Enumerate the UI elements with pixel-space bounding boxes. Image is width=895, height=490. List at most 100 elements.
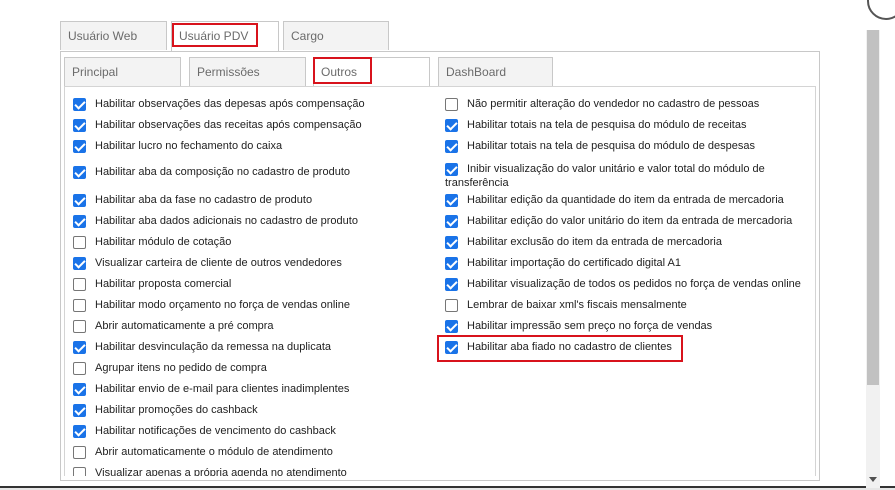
option-row[interactable]: Abrir automaticamente o módulo de atendi… [73,445,433,459]
option-row[interactable]: Habilitar aba da fase no cadastro de pro… [73,193,433,207]
close-icon[interactable] [867,0,895,20]
checkbox-checked[interactable] [445,140,458,153]
option-label: Habilitar totais na tela de pesquisa do … [467,140,756,152]
option-label: Habilitar modo orçamento no força de ven… [95,299,350,311]
checkbox-unchecked[interactable] [73,236,86,249]
option-row[interactable]: Habilitar visualização de todos os pedid… [445,277,815,291]
checkbox-checked[interactable] [73,166,86,179]
checkbox-checked[interactable] [445,215,458,228]
tab-usuario-web[interactable]: Usuário Web [60,21,167,50]
option-row[interactable]: Visualizar apenas a própria agenda no at… [73,466,433,476]
checkbox-checked[interactable] [73,140,86,153]
option-label: Habilitar observações das receitas após … [95,119,362,131]
checkbox-checked[interactable] [73,215,86,228]
option-row[interactable]: Habilitar lucro no fechamento do caixa [73,139,433,153]
checkbox-unchecked[interactable] [73,278,86,291]
option-label: Habilitar edição do valor unitário do it… [467,215,793,227]
checkbox-checked[interactable] [445,278,458,291]
option-label: Inibir visualização do valor unitário e … [445,163,765,189]
option-row[interactable]: Habilitar aba da composição no cadastro … [73,165,433,179]
checkbox-checked[interactable] [73,404,86,417]
option-label: Abrir automaticamente a pré compra [95,320,274,332]
option-row[interactable]: Visualizar carteira de cliente de outros… [73,256,433,270]
scroll-down-arrow-icon[interactable] [869,477,877,482]
settings-dialog: Usuário Web Usuário PDV Cargo Principal … [0,0,895,488]
option-row[interactable]: Lembrar de baixar xml's fiscais mensalme… [445,298,815,312]
checkbox-checked[interactable] [73,425,86,438]
option-row[interactable]: Habilitar aba fiado no cadastro de clien… [445,340,815,354]
tab-dashboard[interactable]: DashBoard [438,57,553,87]
vertical-scrollbar[interactable] [866,30,880,488]
option-row[interactable]: Agrupar itens no pedido de compra [73,361,433,375]
option-row[interactable]: Habilitar promoções do cashback [73,403,433,417]
option-label: Habilitar exclusão do item da entrada de… [467,236,722,248]
checkbox-checked[interactable] [445,236,458,249]
option-label: Habilitar aba da composição no cadastro … [95,166,350,178]
option-label: Habilitar envio de e-mail para clientes … [95,383,350,395]
checkbox-checked[interactable] [445,257,458,270]
checkbox-checked[interactable] [73,341,86,354]
option-label: Habilitar aba da fase no cadastro de pro… [95,194,313,206]
checkbox-unchecked[interactable] [73,299,86,312]
checkbox-checked[interactable] [73,98,86,111]
option-label: Habilitar notificações de vencimento do … [95,425,336,437]
checkbox-checked[interactable] [73,194,86,207]
option-row[interactable]: Habilitar notificações de vencimento do … [73,424,433,438]
checkbox-checked[interactable] [73,119,86,132]
option-row[interactable]: Habilitar observações das receitas após … [73,118,433,132]
scrollbar-thumb[interactable] [867,30,879,385]
tab-cargo[interactable]: Cargo [283,21,389,50]
option-label: Habilitar lucro no fechamento do caixa [95,140,283,152]
option-label: Habilitar promoções do cashback [95,404,258,416]
option-label: Não permitir alteração do vendedor no ca… [467,98,760,110]
checkbox-checked[interactable] [73,383,86,396]
checkbox-checked[interactable] [445,119,458,132]
option-label: Abrir automaticamente o módulo de atendi… [95,446,333,458]
option-label: Visualizar apenas a própria agenda no at… [95,467,347,476]
option-row[interactable]: Habilitar modo orçamento no força de ven… [73,298,433,312]
option-label: Habilitar edição da quantidade do item d… [467,194,784,206]
checkbox-checked[interactable] [445,163,458,176]
option-row[interactable]: Habilitar edição da quantidade do item d… [445,193,815,207]
option-label: Habilitar observações das depesas após c… [95,98,365,110]
tab-outros[interactable]: Outros [313,57,430,87]
option-row[interactable]: Não permitir alteração do vendedor no ca… [445,97,815,111]
option-row[interactable]: Habilitar totais na tela de pesquisa do … [445,118,815,132]
option-label: Habilitar aba fiado no cadastro de clien… [467,341,672,353]
option-label: Habilitar desvinculação da remessa na du… [95,341,332,353]
tab-permissoes[interactable]: Permissões [189,57,306,87]
option-row[interactable]: Habilitar módulo de cotação [73,235,433,249]
option-row[interactable]: Habilitar proposta comercial [73,277,433,291]
checkbox-checked[interactable] [445,341,458,354]
option-row[interactable]: Habilitar importação do certificado digi… [445,256,815,270]
outros-panel: Habilitar observações das depesas após c… [64,86,816,476]
option-label: Habilitar módulo de cotação [95,236,232,248]
checkbox-checked[interactable] [445,320,458,333]
checkbox-unchecked[interactable] [73,446,86,459]
option-label: Visualizar carteira de cliente de outros… [95,257,342,269]
option-row[interactable]: Habilitar aba dados adicionais no cadast… [73,214,433,228]
option-label: Habilitar aba dados adicionais no cadast… [95,215,358,227]
option-label: Habilitar visualização de todos os pedid… [467,278,801,290]
tab-principal[interactable]: Principal [64,57,181,87]
checkbox-unchecked[interactable] [445,98,458,111]
option-row[interactable]: Habilitar edição do valor unitário do it… [445,214,815,228]
checkbox-unchecked[interactable] [445,299,458,312]
checkbox-unchecked[interactable] [73,320,86,333]
checkbox-unchecked[interactable] [73,362,86,375]
checkbox-checked[interactable] [73,257,86,270]
option-row[interactable]: Habilitar observações das depesas após c… [73,97,433,111]
checkbox-checked[interactable] [445,194,458,207]
tab-usuario-pdv[interactable]: Usuário PDV [171,21,279,52]
option-row[interactable]: Habilitar envio de e-mail para clientes … [73,382,433,396]
option-label: Habilitar importação do certificado digi… [467,257,682,269]
option-row[interactable]: Habilitar exclusão do item da entrada de… [445,235,815,249]
checkbox-unchecked[interactable] [73,467,86,476]
option-row[interactable]: Abrir automaticamente a pré compra [73,319,433,333]
option-label: Habilitar proposta comercial [95,278,232,290]
option-row[interactable]: Inibir visualização do valor unitário e … [445,162,815,190]
option-row[interactable]: Habilitar totais na tela de pesquisa do … [445,139,815,153]
option-row[interactable]: Habilitar desvinculação da remessa na du… [73,340,433,354]
option-row[interactable]: Habilitar impressão sem preço no força d… [445,319,815,333]
option-label: Agrupar itens no pedido de compra [95,362,267,374]
